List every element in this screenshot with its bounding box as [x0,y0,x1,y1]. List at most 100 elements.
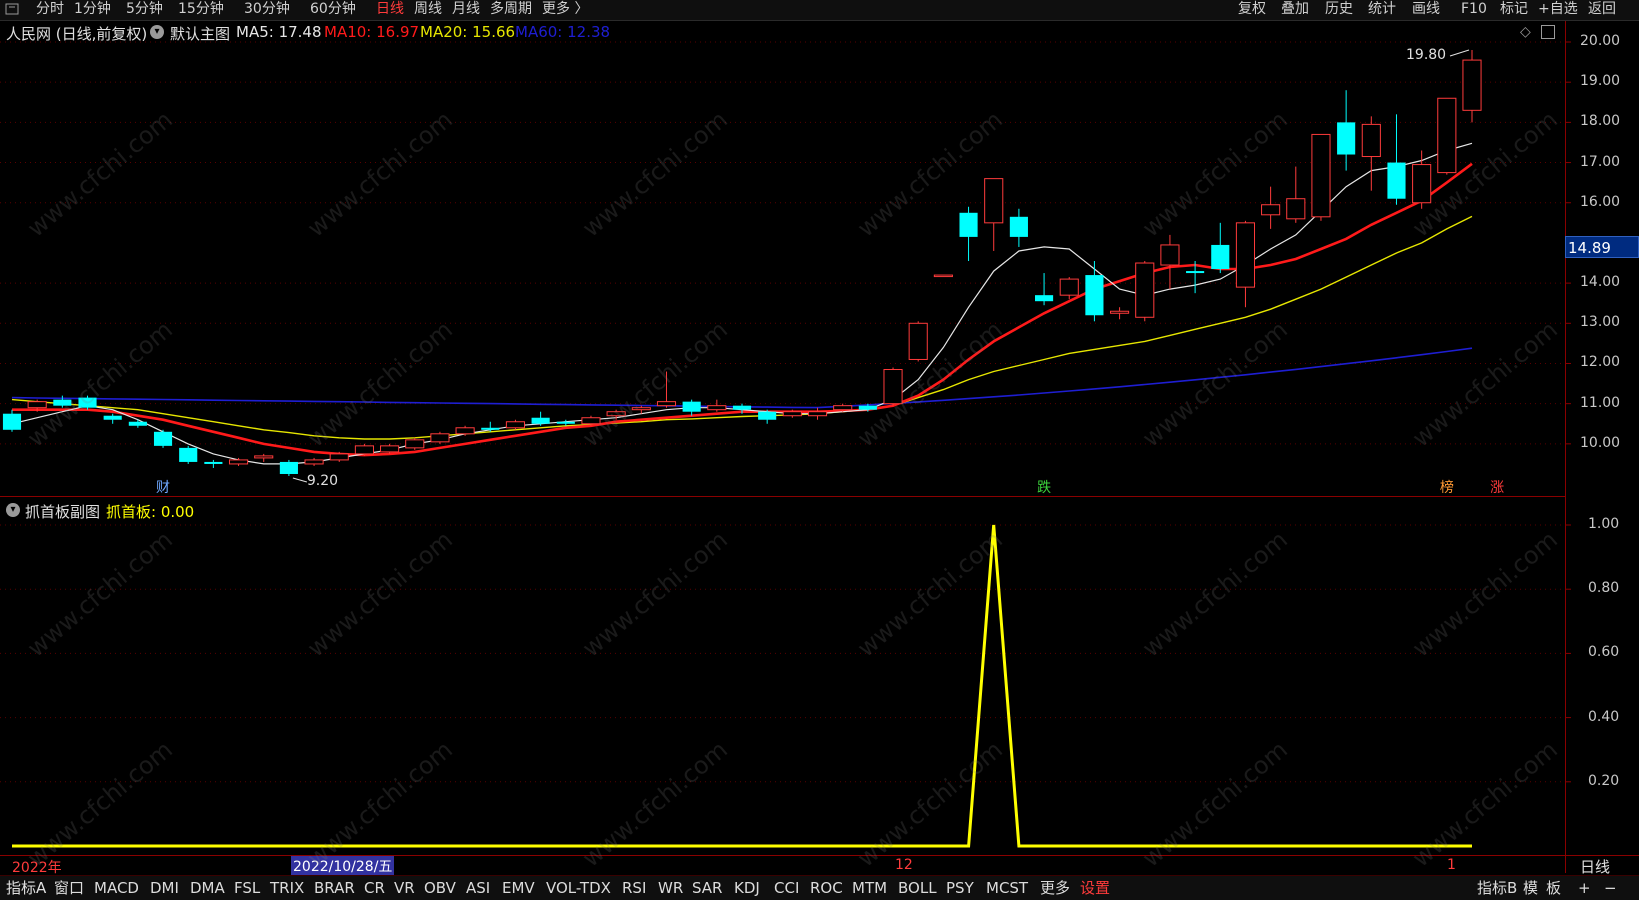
bottombar-right-0[interactable]: 指标B [1477,877,1517,899]
indicator-tab-3[interactable]: DMI [150,877,179,899]
indicator-tab-8[interactable]: CR [364,877,385,899]
candle-body-down [204,461,223,464]
indicator-tab-17[interactable]: KDJ [734,877,760,899]
time-label-month-12: 12 [895,857,913,873]
price-tick-label: 17.00 [1580,153,1621,170]
event-marker[interactable]: 榜 [1440,477,1454,497]
price-tick-label: 10.00 [1580,434,1621,451]
candle-body-down [732,405,752,410]
ma60-line [11,347,1473,409]
price-tick-label: 16.00 [1580,193,1621,210]
candle-body-down [682,401,701,412]
candle-body-down [1211,244,1230,270]
candle-body-down [103,415,122,420]
candle-body-down [1387,162,1406,199]
indicator-tick-label: 1.00 [1588,516,1620,532]
candle-body-down [556,421,575,424]
bottombar-right-1[interactable]: 模 [1523,877,1538,899]
indicator-tab-18[interactable]: CCI [774,877,799,899]
candle-body-down [2,413,22,430]
candle-body-up [430,433,450,443]
candle-body-down [128,421,147,426]
candle-body-down [153,431,173,446]
candle-body-up [984,178,1004,224]
candle-body-down [53,399,72,406]
indicator-tab-11[interactable]: ASI [466,877,490,899]
candle-body-up [707,405,727,411]
candle-body-up [1286,198,1306,220]
event-marker[interactable]: 财 [156,477,170,497]
high-price-label: 19.80 [1406,47,1447,64]
candle-body-up [228,459,249,465]
candle-body-up [380,445,400,453]
low-arrow [292,477,308,483]
candle-body-up [254,455,274,459]
indicator-tab-0[interactable]: 指标A [6,877,46,899]
indicator-tab-16[interactable]: SAR [692,877,722,899]
indicator-tab-12[interactable]: EMV [502,877,535,899]
high-arrow [1449,49,1470,57]
candle-body-up [27,401,47,409]
bottombar-right-4[interactable]: − [1604,877,1617,899]
indicator-tab-15[interactable]: WR [658,877,683,899]
candle-body-up [606,411,626,417]
indicator-tab-14[interactable]: RSI [622,877,646,899]
indicator-tab-23[interactable]: MCST [986,877,1028,899]
event-marker[interactable]: 涨 [1490,477,1504,497]
candle-body-up [581,417,601,425]
candle-body-up [505,421,526,429]
price-tick-label: 11.00 [1580,394,1621,411]
bottombar-right-3[interactable]: + [1578,877,1591,899]
indicator-tab-13[interactable]: VOL-TDX [546,877,611,899]
indicator-tab-10[interactable]: OBV [424,877,456,899]
indicator-tab-4[interactable]: DMA [190,877,225,899]
candle-body-down [1337,122,1356,155]
time-label-year: 2022年 [12,860,62,876]
indicator-tab-25[interactable]: 设置 [1080,877,1110,899]
indicator-tick-label: 0.80 [1588,580,1620,597]
candle-body-up [1412,164,1432,204]
price-tick-label: 12.00 [1580,354,1621,371]
candle-body-up [354,445,374,455]
candle-body-down [1085,275,1104,316]
period-indicator[interactable]: 日线 [1580,856,1610,877]
candle-body-down [481,427,500,430]
candle-body-up [1311,133,1331,218]
candle-body-down [758,411,777,420]
price-tick-label: 13.00 [1580,314,1621,331]
candlestick-chart[interactable] [0,0,1639,899]
indicator-tab-9[interactable]: VR [394,877,415,899]
candle-body-down [1186,271,1205,274]
indicator-tab-24[interactable]: 更多 [1040,877,1070,899]
candle-body-up [1160,244,1180,266]
indicator-tick-label: 0.60 [1588,644,1620,661]
indicator-tick-label: 0.40 [1588,708,1620,725]
indicator-tick-label: 0.20 [1588,772,1620,789]
candle-body-up [1462,59,1482,111]
indicator-tab-7[interactable]: BRAR [314,877,355,899]
event-marker[interactable]: 跌 [1037,477,1051,497]
indicator-tab-22[interactable]: PSY [946,877,974,899]
candle-body-up [782,411,802,417]
indicator-tab-2[interactable]: MACD [94,877,139,899]
price-tick-label: 20.00 [1580,33,1621,49]
candle-body-down [1009,216,1028,237]
candle-body-up [656,401,677,407]
price-tick-label: 14.00 [1580,274,1621,291]
indicator-tab-6[interactable]: TRIX [270,877,304,899]
candle-body-up [933,274,953,278]
current-price-value: 14.89 [1568,239,1611,258]
candle-body-down [959,212,978,237]
candle-body-up [455,427,475,435]
candle-body-down [279,461,298,474]
candle-body-up [1110,310,1130,314]
indicator-tab-20[interactable]: MTM [852,877,887,899]
candle-body-up [1261,204,1281,216]
indicator-tabbar: 指标A 窗口 MACD DMI DMA FSL TRIX BRAR CR VR OBV ASI EMV V… [0,875,1639,900]
indicator-tab-1[interactable]: 窗口 [54,877,84,899]
indicator-tab-5[interactable]: FSL [234,877,260,899]
bottombar-right-2[interactable]: 板 [1546,877,1561,899]
indicator-tab-21[interactable]: BOLL [898,877,937,899]
candle-body-up [908,322,928,360]
indicator-tab-19[interactable]: ROC [810,877,843,899]
